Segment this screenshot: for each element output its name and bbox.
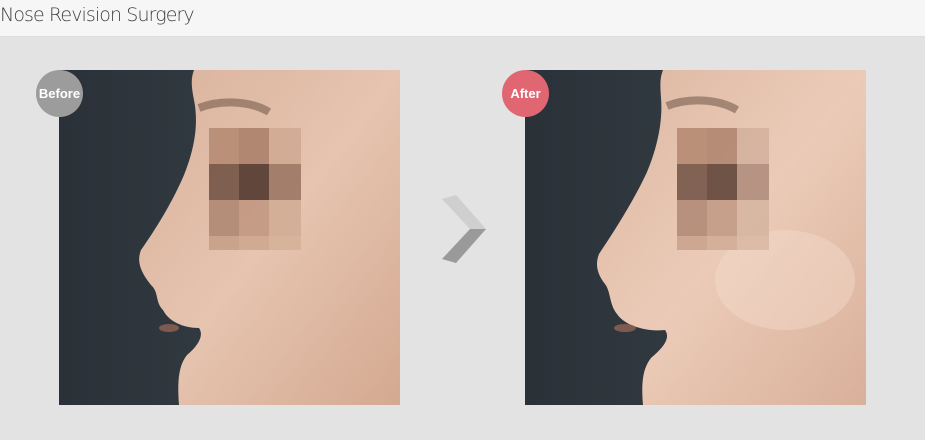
after-photo [525,70,866,405]
before-photo [59,70,400,405]
after-badge: After [502,70,549,117]
title-bar: Nose Revision Surgery [0,0,925,37]
page-title: Nose Revision Surgery [0,4,195,26]
chevron-right-icon [442,195,486,263]
before-badge: Before [36,70,83,117]
comparison-panel: Before After [0,37,925,440]
